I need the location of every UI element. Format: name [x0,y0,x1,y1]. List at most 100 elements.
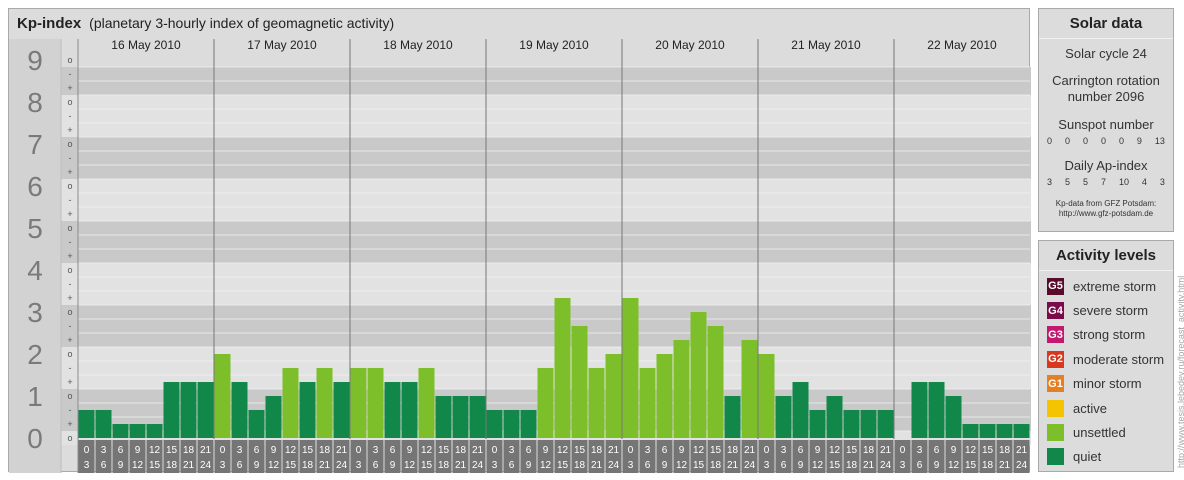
y-tick-label: 3 [27,297,43,328]
sunspot-values: 0 0 0 0 0 9 13 [1039,136,1173,146]
y-subtick-label: - [69,153,72,163]
time-label-end: 24 [744,460,756,471]
time-label-start: 3 [373,445,379,456]
time-label-end: 6 [509,460,515,471]
time-label-end: 12 [948,460,960,471]
time-label-start: 9 [407,445,413,456]
solar-panel-title: Solar data [1039,9,1173,39]
kp-bar [707,325,724,438]
y-subtick-label: + [67,83,72,93]
date-label: 20 May 2010 [655,38,725,52]
legend-swatch [1047,424,1064,442]
kp-bar [333,382,350,438]
time-label-end: 15 [285,460,297,471]
legend-swatch: G5 [1047,277,1064,295]
time-label-end: 9 [798,460,804,471]
grid-band [9,123,1031,137]
time-label-end: 9 [254,460,260,471]
kp-bar [843,409,860,438]
time-label-start: 6 [526,445,532,456]
ap-index-label: Daily Ap-index [1064,158,1148,173]
time-label-end: 18 [982,460,994,471]
kp-bar [350,367,367,438]
y-subtick-label: o [67,97,72,107]
y-subtick-label: - [69,111,72,121]
time-label-end: 18 [438,460,450,471]
legend-label: unsettled [1073,425,1126,441]
time-label-end: 3 [628,460,634,471]
kp-bar [95,409,112,438]
sunspot-value: 0 [1047,136,1053,146]
y-tick-label: 9 [27,45,43,76]
time-label-end: 3 [84,460,90,471]
kp-bar [265,396,282,438]
legend-row: G1 minor storm [1039,372,1173,396]
kp-bar [486,409,503,438]
time-label-start: 15 [982,445,994,456]
ap-value: 10 [1118,177,1129,187]
kp-bar [282,367,299,438]
time-label-start: 21 [200,445,212,456]
y-tick-label: 7 [27,129,43,160]
time-label-end: 18 [166,460,178,471]
time-label-start: 3 [781,445,787,456]
y-subtick-label: + [67,335,72,345]
legend-swatch: G4 [1047,302,1064,320]
kp-bar [724,396,741,438]
legend-label: minor storm [1073,376,1142,392]
time-label-start: 0 [764,445,770,456]
ap-value: 4 [1141,177,1147,187]
date-label: 16 May 2010 [111,38,181,52]
time-label-start: 12 [421,445,433,456]
kp-bar [962,424,979,438]
kp-bar [792,382,809,438]
kp-bar [673,340,690,438]
kp-bar [979,424,996,438]
time-label-start: 6 [662,445,668,456]
ap-index-values: 3 5 5 7 10 4 3 [1039,177,1173,187]
y-tick-label: 6 [27,171,43,202]
y-subtick-label: o [67,391,72,401]
time-label-end: 15 [829,460,841,471]
kp-bar [231,382,248,438]
kp-bar [1013,424,1030,438]
grid-band [9,305,1031,319]
time-label-end: 12 [404,460,416,471]
y-tick-label: 8 [27,87,43,118]
time-label-end: 6 [917,460,923,471]
y-subtick-label: - [69,279,72,289]
time-label-start: 0 [356,445,362,456]
carrington-line2: number 2096 [1067,89,1145,104]
grid-band [9,263,1031,277]
kp-bar [435,396,452,438]
time-label-end: 21 [319,460,331,471]
y-subtick-label: o [67,265,72,275]
time-label-start: 15 [574,445,586,456]
time-label-start: 12 [829,445,841,456]
kp-bar [826,396,843,438]
sunspot-value: 0 [1100,136,1106,146]
time-label-start: 21 [472,445,484,456]
time-label-start: 18 [999,445,1011,456]
legend-label: severe storm [1073,303,1149,319]
time-label-end: 24 [880,460,892,471]
kp-bar [299,382,316,438]
kp-bar [367,367,384,438]
time-label-start: 9 [543,445,549,456]
credit-link[interactable]: http://www.gfz-potsdam.de [1039,209,1173,219]
time-label-start: 3 [509,445,515,456]
time-label-start: 9 [815,445,821,456]
legend-swatch: G2 [1047,350,1064,368]
time-label-end: 18 [710,460,722,471]
time-label-start: 21 [336,445,348,456]
legend-swatch: G3 [1047,326,1064,344]
time-label-start: 21 [880,445,892,456]
time-label-start: 15 [438,445,450,456]
time-label-end: 6 [237,460,243,471]
time-label-start: 18 [455,445,467,456]
kp-bar [911,382,928,438]
y-subtick-label: + [67,293,72,303]
date-label: 18 May 2010 [383,38,453,52]
time-label-end: 21 [727,460,739,471]
time-label-start: 18 [863,445,875,456]
